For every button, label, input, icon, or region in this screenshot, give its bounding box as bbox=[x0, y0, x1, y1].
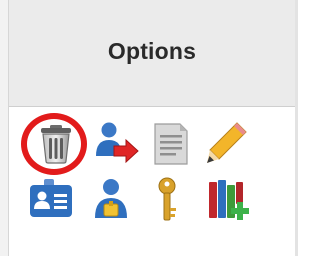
header-title: Options bbox=[107, 38, 197, 64]
document-icon bbox=[148, 120, 194, 166]
left-column-edge bbox=[0, 0, 9, 256]
user-move-icon bbox=[94, 120, 140, 166]
key-button[interactable] bbox=[144, 176, 190, 222]
user-badge-button[interactable] bbox=[88, 176, 134, 222]
user-badge-icon bbox=[88, 176, 134, 222]
key-icon bbox=[144, 176, 190, 222]
trash-icon bbox=[33, 120, 79, 166]
options-panel: Options bbox=[0, 0, 298, 256]
pencil-icon bbox=[203, 120, 249, 166]
id-card-icon bbox=[28, 176, 74, 222]
add-books-button[interactable] bbox=[206, 176, 252, 222]
move-user-button[interactable] bbox=[94, 120, 140, 166]
books-add-icon bbox=[206, 176, 252, 222]
id-card-button[interactable] bbox=[28, 176, 74, 222]
edit-button[interactable] bbox=[203, 120, 249, 166]
delete-button[interactable] bbox=[33, 120, 79, 166]
document-button[interactable] bbox=[148, 120, 194, 166]
options-header: Options bbox=[9, 0, 295, 107]
right-column-edge bbox=[295, 0, 298, 256]
